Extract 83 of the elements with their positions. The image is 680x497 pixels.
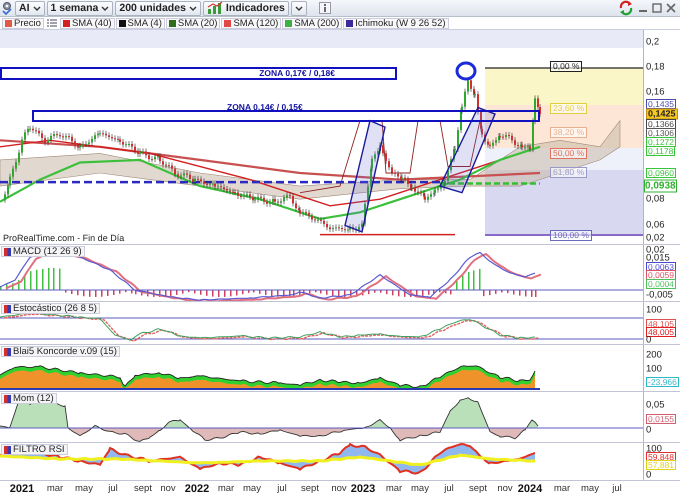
axis-label: 2021 [10,483,34,495]
axis-label: 0,02 [646,234,664,242]
price-badge: 0,1366 [646,119,676,129]
legend-label: SMA (120) [233,18,278,28]
price-badge: 0,1178 [646,146,676,156]
axis-label: 100 [646,306,662,314]
units-dropdown[interactable]: 200 unidades [115,0,201,16]
axis-label: jul [108,483,118,494]
axis-label: 2023 [350,483,376,495]
indicator-label: Blai5 Koncorde v.09 (15) [13,346,117,357]
axis-label: sept [134,483,152,494]
zone-label: ZONA 0,17€ / 0,18€ [259,69,335,78]
price-badge: 0,0960 [646,168,676,178]
indicator-label: Mom (12) [13,393,54,404]
value-badge: 0,0059 [646,270,676,280]
axis-label: 2024 [518,483,542,495]
axis-label: 0,2 [646,38,660,46]
indicators-button[interactable]: Indicadores [202,0,289,16]
axis-label: mar [46,483,64,494]
axis-label: 2022 [184,483,210,495]
value-badge: 48,005 [646,327,676,337]
legend-item[interactable]: Precio [2,18,44,28]
legend-label: SMA (200) [294,18,340,28]
axis-label: sept [301,483,319,494]
indicator-label: Estocástico (26 8 5) [13,303,97,314]
axis-label: 0,05 [646,400,664,410]
price-badge: 0,1272 [646,137,676,147]
fibonacci-label: 0,00 % [550,61,582,72]
price-badge: 0,1306 [646,128,676,138]
legend-label: SMA (20) [178,18,218,28]
fibonacci-label: 100,00 % [550,230,592,241]
indicator-label: MACD (12 26 9) [13,246,82,257]
value-badge: 0,0004 [646,279,676,289]
value-badge: -23,966 [646,377,679,387]
fibonacci-label: 61,80 % [550,167,588,178]
legend-item[interactable]: SMA (20) [166,18,220,28]
axis-label: 0,015 [646,254,670,262]
axis-label: 0,18 [646,62,664,72]
axis-label: 0,06 [646,220,664,230]
axis-label: jul [444,483,454,494]
axis-label: nov [160,483,176,494]
axis-label: 0 [646,426,652,434]
axis-label: nov [497,483,513,494]
price-badge: 0,1435 [646,99,676,109]
axis-label: 200 [646,350,662,360]
value-badge: 0,0155 [646,414,676,424]
axis-label: 100 [646,364,662,374]
axis-label: may [75,483,93,494]
indicator-label: FILTRO RSI [13,444,65,455]
axis-label: jul [612,483,622,494]
axis-label: sept [469,483,487,494]
axis-label: -0,005 [646,290,673,300]
axis-label: jul [277,483,287,494]
fibonacci-label: 23,60 % [550,103,588,114]
period-dropdown[interactable]: 1 semana [46,0,114,16]
axis-label: may [411,483,429,494]
source-label: ProRealTime.com - Fin de Día [3,233,124,243]
axis-label: nov [331,483,347,494]
axis-label: 0 [646,336,652,344]
fibonacci-label: 38,20 % [550,127,588,138]
legend-item[interactable]: SMA (120) [221,18,282,28]
symbol-dropdown[interactable]: AI [15,0,44,16]
axis-label: 0,02 [646,246,664,254]
legend-item[interactable]: SMA (200) [282,18,342,28]
price-badge: 0,0938 [644,180,677,192]
axis-label: 0,08 [646,194,664,204]
fibonacci-label: 50,00 % [550,148,588,159]
price-badge: 0,1425 [646,108,678,120]
axis-label: 100 [646,444,662,454]
axis-label: may [581,483,599,494]
legend-label: Precio [14,18,41,28]
zone-label: ZONA 0,14€ / 0,15€ [227,103,303,112]
axis-label: mar [386,483,402,494]
axis-label: 0 [646,470,652,480]
legend-item[interactable]: SMA (4) [116,18,165,28]
axis-label: 0,16 [646,88,664,96]
legend-item[interactable]: SMA (40) [60,18,115,28]
legend-label: SMA (4) [128,18,162,28]
value-badge: 57,881 [646,460,676,470]
axis-label: mar [554,483,570,494]
axis-label: mar [218,483,234,494]
axis-label: may [243,483,261,494]
legend-label: SMA (40) [72,18,112,28]
